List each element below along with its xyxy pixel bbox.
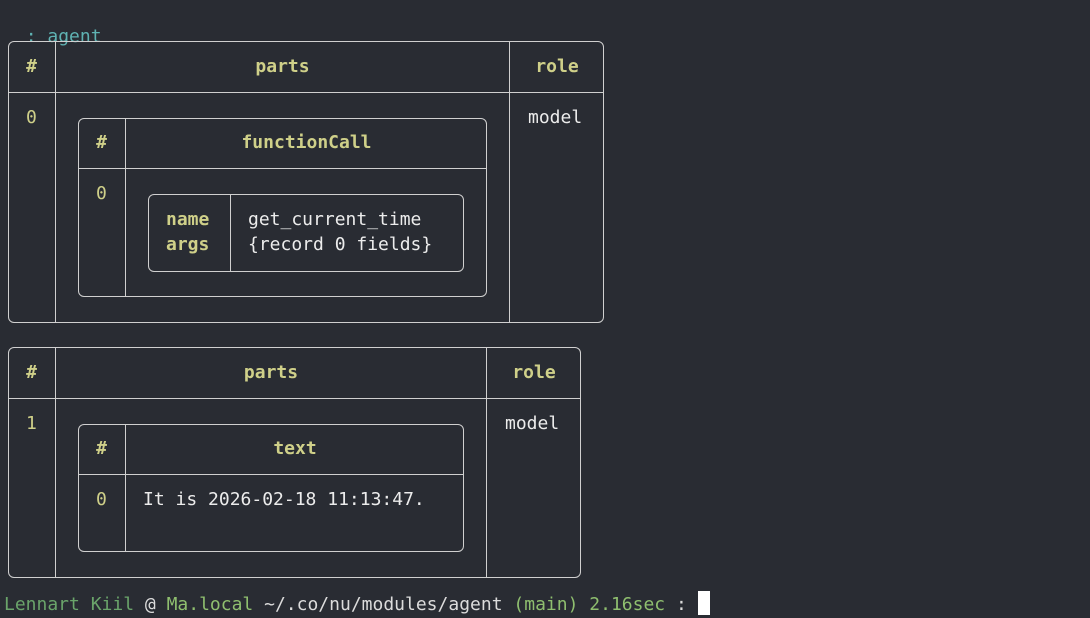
table1-header-parts: parts <box>255 56 310 77</box>
table1-inner-header-index: # <box>96 132 107 153</box>
table2-row-index: 1 <box>26 413 37 434</box>
prompt-path-prefix: ~/.co/nu/modules/ <box>264 594 449 615</box>
table1-col-divider-1 <box>55 41 56 323</box>
shell-prompt[interactable]: Lennart Kiil @ Ma.local ~/.co/nu/modules… <box>4 591 710 615</box>
record-key-name: name <box>166 209 210 230</box>
text-cursor[interactable] <box>697 591 710 615</box>
record-border <box>148 194 464 272</box>
table2-inner-row-index: 0 <box>96 489 107 510</box>
table2-header-parts: parts <box>243 362 299 383</box>
prompt-branch: (main) <box>513 594 579 615</box>
prompt-user: Lennart Kiil <box>4 594 135 615</box>
record-divider <box>230 194 231 272</box>
table2-header-index: # <box>26 362 37 383</box>
table1-header-divider <box>8 92 604 93</box>
prompt-duration: 2.16sec <box>589 594 666 615</box>
record-value-args: {record 0 fields} <box>248 234 433 255</box>
table1-inner-header-divider <box>78 168 487 169</box>
table2-inner-header-index: # <box>96 438 107 459</box>
table1-inner-row-index: 0 <box>96 183 107 204</box>
table1-header-index: # <box>26 56 37 77</box>
table1-row-index: 0 <box>26 107 37 128</box>
table1-inner-header-functioncall: functionCall <box>241 132 372 153</box>
table2-inner-header-divider <box>78 474 464 475</box>
table2-row-role: model <box>505 413 560 434</box>
table1-header-role: role <box>535 56 579 77</box>
table2-header-divider <box>8 398 581 399</box>
prompt-at: @ <box>144 594 156 615</box>
record-key-args: args <box>166 234 210 255</box>
prompt-symbol: : <box>675 594 687 615</box>
table2-inner-header-text: text <box>273 438 317 459</box>
table1-row-role: model <box>528 107 583 128</box>
prompt-path-last: agent <box>448 594 503 615</box>
table2-inner-text-value: It is 2026-02-18 11:13:47. <box>143 489 425 510</box>
table1-col-divider-2 <box>509 41 510 323</box>
table2-header-role: role <box>512 362 556 383</box>
record-value-name: get_current_time <box>248 209 422 230</box>
prompt-host: Ma.local <box>166 594 254 615</box>
